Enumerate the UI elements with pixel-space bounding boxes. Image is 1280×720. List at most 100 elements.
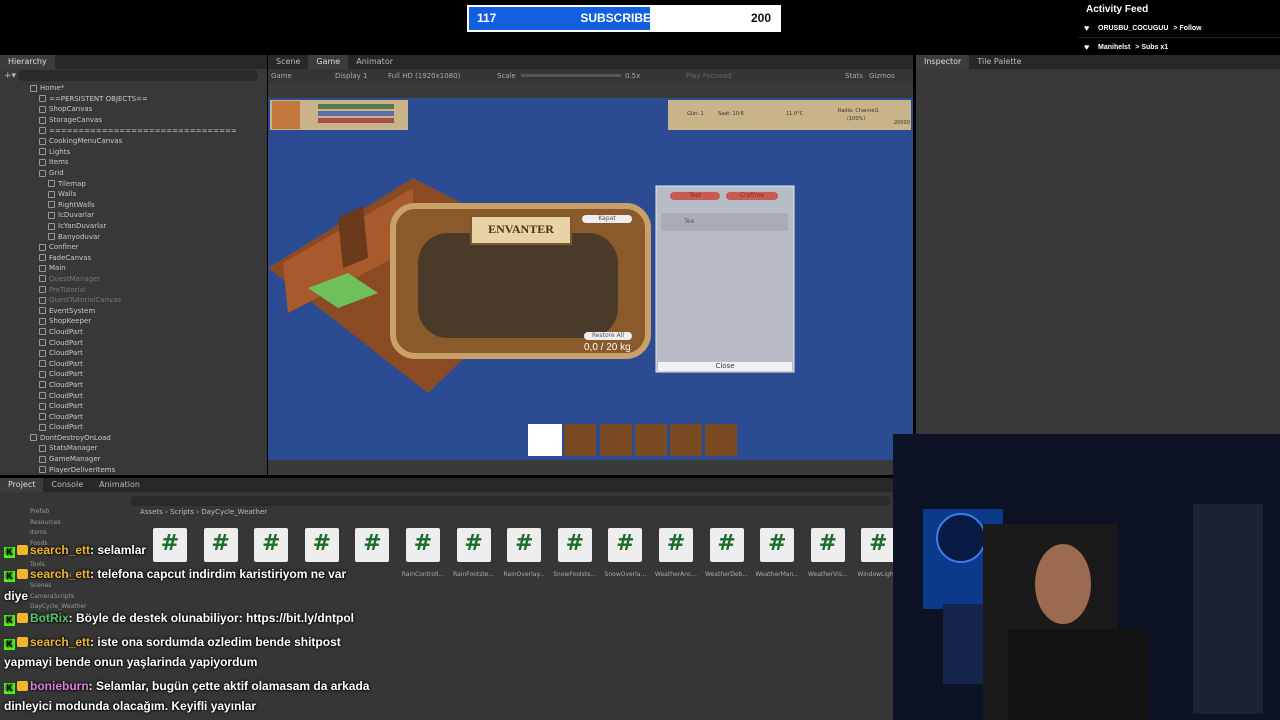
display-select[interactable]: Display 1 [335, 72, 367, 80]
hierarchy-item[interactable]: CloudPart [0, 337, 267, 348]
scale-slider[interactable] [521, 74, 621, 77]
hierarchy-item[interactable]: PreTutorial [0, 284, 267, 295]
breadcrumb-item[interactable]: Scripts [170, 508, 194, 516]
subscriber-badge-icon [17, 637, 28, 647]
gameobject-icon [48, 190, 55, 198]
tab-game-0[interactable]: Scene [268, 55, 308, 69]
hierarchy-item[interactable]: EventSystem [0, 305, 267, 316]
script-asset-icon[interactable] [659, 528, 693, 562]
inventory-close-button[interactable]: Kapat [582, 215, 632, 223]
tab-hierarchy[interactable]: Hierarchy [0, 55, 55, 69]
hierarchy-item[interactable]: IcYanDuvarlar [0, 221, 267, 232]
hierarchy-item[interactable]: Lights [0, 147, 267, 158]
hierarchy-item[interactable]: PlayerDeliverItems [0, 464, 267, 475]
hierarchy-item[interactable]: CloudPart [0, 348, 267, 359]
script-asset-icon[interactable] [203, 528, 238, 562]
project-search-input[interactable] [130, 496, 890, 506]
hierarchy-item[interactable]: GameManager [0, 454, 267, 465]
hierarchy-item[interactable]: CloudPart [0, 369, 267, 380]
hierarchy-item[interactable]: ShopKeeper [0, 316, 267, 327]
hierarchy-item[interactable]: CookingMenuCanvas [0, 136, 267, 147]
restore-all-button[interactable]: Restore All [584, 332, 632, 340]
folder-item[interactable]: Items [30, 529, 140, 540]
hud-temperature: 11,0°C [786, 111, 804, 117]
side-close-button[interactable]: Close [658, 362, 792, 371]
hierarchy-item[interactable]: CloudPart [0, 358, 267, 369]
script-asset-icon[interactable] [810, 528, 845, 562]
wardrobe-shape [338, 206, 368, 268]
hierarchy-item[interactable]: StatsManager [0, 443, 267, 454]
hierarchy-item[interactable]: Confiner [0, 242, 267, 253]
resolution-select[interactable]: Full HD (1920x1080) [388, 72, 460, 80]
subscriber-badge-icon [17, 681, 28, 691]
tab-project-0[interactable]: Project [0, 478, 44, 492]
tab-project-1[interactable]: Console [43, 478, 91, 492]
gameobject-icon [39, 423, 46, 431]
tab-inspector-0[interactable]: Inspector [916, 55, 970, 69]
display-mode-select[interactable]: Game [271, 72, 292, 80]
script-asset-icon[interactable] [456, 528, 491, 562]
hierarchy-item[interactable]: CloudPart [0, 390, 267, 401]
script-asset-icon[interactable] [406, 528, 440, 562]
breadcrumb-item[interactable]: Assets [140, 508, 163, 516]
hierarchy-item[interactable]: CloudPart [0, 401, 267, 412]
hierarchy-item[interactable]: QuestManager [0, 274, 267, 285]
folder-item[interactable]: Prefab [30, 508, 140, 519]
hierarchy-item[interactable]: CloudPart [0, 380, 267, 391]
hierarchy-item[interactable]: DontDestroyOnLoad [0, 433, 267, 444]
tab-game-2[interactable]: Animator [348, 55, 401, 69]
folder-item[interactable]: CameraScripts [30, 593, 140, 604]
inventory-weight: 0,0 / 20 kg [584, 342, 631, 353]
gizmos-button[interactable]: Gizmos [869, 72, 895, 80]
hierarchy-item[interactable]: CloudPart [0, 327, 267, 338]
script-asset-icon[interactable] [709, 528, 744, 562]
side-tab-craft[interactable]: Craftme [726, 192, 778, 199]
script-asset-icon[interactable] [861, 528, 896, 562]
hierarchy-search-input[interactable] [18, 70, 258, 81]
hierarchy-item[interactable]: ShopCanvas [0, 104, 267, 115]
hierarchy-item[interactable]: Tilemap [0, 178, 267, 189]
script-asset-icon[interactable] [304, 528, 339, 562]
hierarchy-item[interactable]: CloudPart [0, 422, 267, 433]
game-viewport[interactable]: ENVANTER Kapat Restore All 0,0 / 20 kg G… [268, 98, 913, 460]
tab-project-2[interactable]: Animation [91, 478, 148, 492]
side-item-tea[interactable]: Tea [684, 218, 694, 225]
hierarchy-item[interactable]: CloudPart [0, 411, 267, 422]
folder-item[interactable]: Scenes [30, 582, 140, 593]
hierarchy-item[interactable]: StorageCanvas [0, 115, 267, 126]
play-focused-select[interactable]: Play Focused [686, 72, 732, 80]
hierarchy-tabbar: Hierarchy [0, 55, 267, 69]
gameobject-icon [48, 211, 55, 219]
hierarchy-item[interactable]: ================================ [0, 125, 267, 136]
script-asset-icon[interactable] [760, 528, 795, 562]
script-asset-icon[interactable] [254, 528, 289, 562]
gameobject-icon [48, 233, 55, 241]
hierarchy-item[interactable]: ==PERSISTENT OBJECTS== [0, 94, 267, 105]
side-tab-test[interactable]: Test [670, 192, 720, 199]
chat-message: dinleyici modunda olacağım. Keyifli yayı… [4, 699, 256, 713]
hierarchy-item[interactable]: Walls [0, 189, 267, 200]
script-asset-icon[interactable] [153, 528, 187, 562]
script-asset-icon[interactable] [355, 528, 390, 562]
hierarchy-item[interactable]: Grid [0, 168, 267, 179]
tab-game-1[interactable]: Game [308, 55, 349, 69]
hierarchy-item[interactable]: Items [0, 157, 267, 168]
hierarchy-item[interactable]: FadeCanvas [0, 253, 267, 264]
hierarchy-item[interactable]: RightWalls [0, 200, 267, 211]
add-icon[interactable]: +▾ [4, 71, 16, 81]
script-asset-icon[interactable] [608, 528, 643, 562]
hierarchy-item[interactable]: QuestTutorialCanvas [0, 295, 267, 306]
gameobject-icon [39, 137, 46, 145]
hierarchy-item[interactable]: Home* [0, 83, 267, 94]
script-asset-icon[interactable] [507, 528, 542, 562]
script-asset-icon[interactable] [557, 528, 592, 562]
hierarchy-item[interactable]: Main [0, 263, 267, 274]
breadcrumb-item[interactable]: DayCycle_Weather [201, 508, 267, 516]
kick-icon: K [4, 639, 15, 650]
hierarchy-item-label: QuestManager [49, 274, 101, 283]
folder-item[interactable]: Resources [30, 519, 140, 530]
hierarchy-item[interactable]: Banyoduvar [0, 231, 267, 242]
tab-inspector-1[interactable]: Tile Palette [969, 55, 1029, 69]
stats-button[interactable]: Stats [845, 72, 863, 80]
hierarchy-item[interactable]: IcDuvarlar [0, 210, 267, 221]
